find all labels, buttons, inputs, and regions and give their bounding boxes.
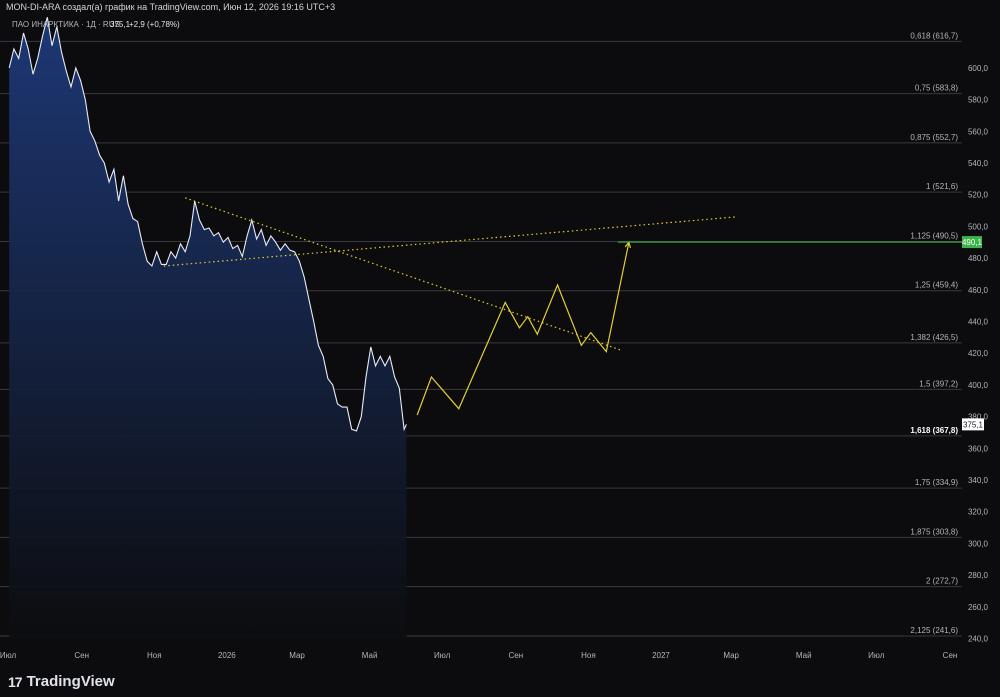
- fib-level-label: 0,75 (583,8): [915, 84, 958, 93]
- y-tick-label: 300,0: [968, 539, 989, 548]
- fib-level-label: 1,25 (459,4): [915, 281, 958, 290]
- y-tick-label: 600,0: [968, 64, 989, 73]
- fib-level-label: 1,125 (490,5): [910, 231, 958, 240]
- x-tick-label: Ноя: [581, 651, 596, 660]
- current-price-label: 375,1: [963, 420, 984, 429]
- footer: 17 TradingView: [0, 665, 1000, 697]
- x-tick-label: Июл: [868, 651, 885, 660]
- fib-level-label: 2,125 (241,6): [910, 626, 958, 635]
- price-chart[interactable]: 0,618 (616,7) 0,75 (583,8) 0,875 (552,7) 1 …: [0, 14, 1000, 665]
- fib-level-label: 0,618 (616,7): [910, 31, 958, 40]
- chart-area[interactable]: 0,618 (616,7) 0,75 (583,8) 0,875 (552,7) 1 …: [0, 14, 1000, 665]
- fib-level-label: 1,618 (367,8): [910, 426, 958, 435]
- fib-level-label: 1 (521,6): [926, 182, 958, 191]
- y-tick-label: 480,0: [968, 254, 989, 263]
- y-tick-label: 400,0: [968, 381, 989, 390]
- x-tick-label: Июл: [0, 651, 16, 660]
- price-area-fill: [9, 17, 407, 648]
- y-tick-label: 280,0: [968, 571, 989, 580]
- x-tick-label: Сен: [943, 651, 958, 660]
- x-tick-label: Мар: [289, 651, 305, 660]
- x-tick-label: Мар: [723, 651, 739, 660]
- x-tick-label: Ноя: [147, 651, 162, 660]
- fib-level-label: 1,5 (397,2): [919, 379, 958, 388]
- target-price-label: 490,1: [962, 238, 983, 247]
- y-tick-label: 560,0: [968, 127, 989, 136]
- fib-level-label: 1,75 (334,9): [915, 478, 958, 487]
- fib-level-label: 0,875 (552,7): [910, 133, 958, 142]
- fib-level-label: 1,382 (426,5): [910, 333, 958, 342]
- y-tick-label: 340,0: [968, 476, 989, 485]
- y-tick-label: 440,0: [968, 317, 989, 326]
- y-tick-label: 580,0: [968, 96, 989, 105]
- legend-change: +2,9 (+0,78%): [129, 20, 180, 29]
- x-tick-label: Сен: [509, 651, 524, 660]
- y-tick-label: 260,0: [968, 603, 989, 612]
- chart-caption: MON-DI-ARA создал(а) график на TradingVi…: [0, 0, 1000, 14]
- legend-price: 375,1: [110, 20, 131, 29]
- x-tick-label: Сен: [74, 651, 89, 660]
- legend-symbol: ПАО ИНАРКТИКА · 1Д · RUS: [12, 20, 120, 29]
- tradingview-logo-icon: 17: [8, 673, 23, 690]
- y-tick-label: 500,0: [968, 222, 989, 231]
- y-tick-label: 420,0: [968, 349, 989, 358]
- fib-level-label: 1,875 (303,8): [910, 527, 958, 536]
- y-tick-label: 460,0: [968, 286, 989, 295]
- y-tick-label: 520,0: [968, 191, 989, 200]
- y-tick-label: 240,0: [968, 634, 989, 643]
- x-tick-label: 2027: [652, 651, 670, 660]
- brand-name: TradingView: [26, 673, 115, 690]
- x-tick-label: Июл: [434, 651, 451, 660]
- x-tick-label: Май: [362, 651, 378, 660]
- x-tick-label: Май: [796, 651, 812, 660]
- tradingview-logo[interactable]: 17 TradingView: [8, 673, 115, 690]
- y-tick-label: 360,0: [968, 444, 989, 453]
- y-tick-label: 320,0: [968, 508, 989, 517]
- x-tick-label: 2026: [218, 651, 236, 660]
- fib-level-label: 2 (272,7): [926, 577, 958, 586]
- y-tick-label: 540,0: [968, 159, 989, 168]
